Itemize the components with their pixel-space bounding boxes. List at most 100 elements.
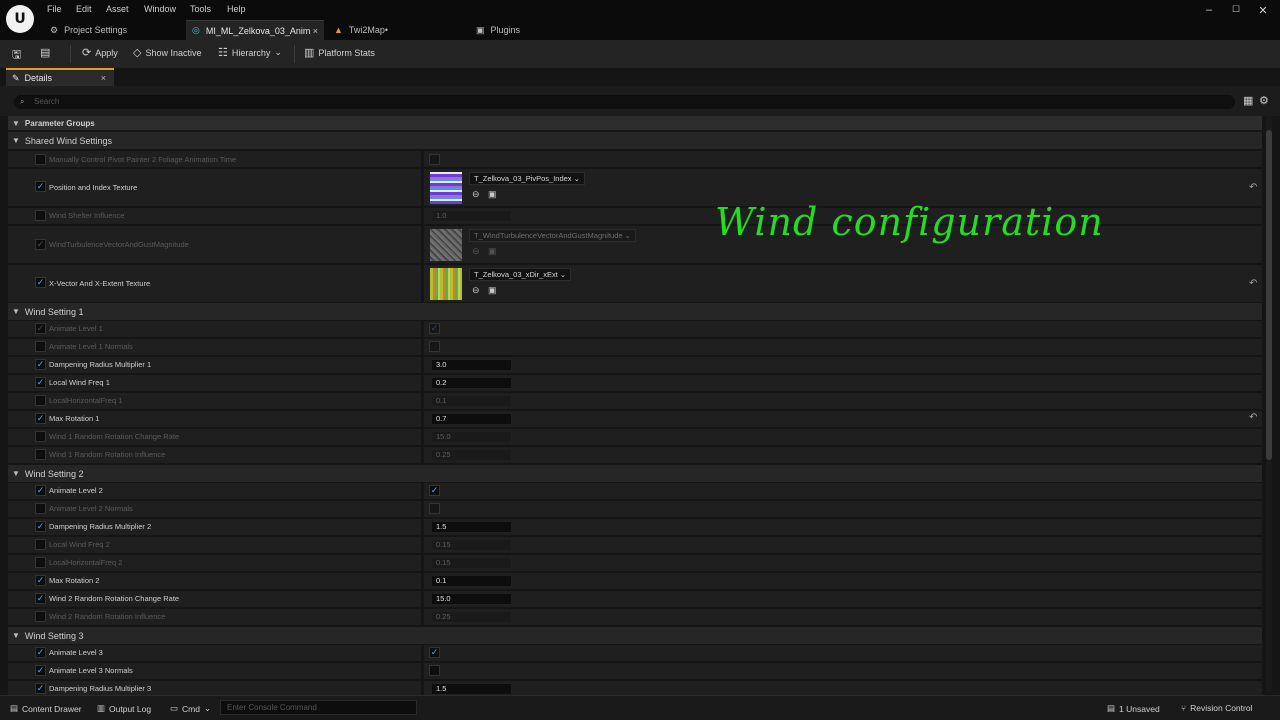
menu-help[interactable]: Help <box>227 4 246 14</box>
override-checkbox[interactable]: ✓ <box>35 485 46 496</box>
group-header-wind-1[interactable]: ▼ Wind Setting 1 <box>8 303 1262 320</box>
override-checkbox[interactable]: ✓ <box>35 359 46 370</box>
override-checkbox[interactable] <box>35 611 46 622</box>
group-header-wind-3[interactable]: ▼ Wind Setting 3 <box>8 627 1262 644</box>
chevron-down-icon: ⌄ <box>559 270 567 279</box>
override-checkbox[interactable] <box>35 449 46 460</box>
texture-thumbnail[interactable] <box>429 267 463 301</box>
tab-level[interactable]: ▲ Twi2Map• <box>328 20 466 40</box>
override-checkbox[interactable] <box>35 154 46 165</box>
console-input[interactable]: Enter Console Command <box>220 700 417 715</box>
unsaved-button[interactable]: ▤ 1 Unsaved <box>1107 703 1160 714</box>
save-button[interactable]: 🖫 <box>12 46 21 65</box>
value-checkbox[interactable] <box>429 341 440 352</box>
tab-material-instance[interactable]: ◎ MI_ML_Zelkova_03_Anim × <box>186 20 324 40</box>
hierarchy-button[interactable]: ☷ Hierarchy ⌄ <box>218 46 282 59</box>
value-checkbox[interactable]: ✓ <box>429 323 440 334</box>
close-icon[interactable]: × <box>101 73 106 83</box>
number-field[interactable]: 0.1 <box>431 575 512 587</box>
platform-stats-button[interactable]: ▥ Platform Stats <box>304 46 375 59</box>
texture-dropdown[interactable]: T_WindTurbulenceVectorAndGustMagnitude ⌄ <box>469 229 636 242</box>
show-inactive-button[interactable]: ◇ Show Inactive <box>133 46 202 59</box>
number-field[interactable]: 0.15 <box>431 557 512 569</box>
override-checkbox[interactable]: ✓ <box>35 647 46 658</box>
override-checkbox[interactable]: ✓ <box>35 575 46 586</box>
menu-asset[interactable]: Asset <box>106 4 129 14</box>
override-checkbox[interactable] <box>35 210 46 221</box>
gear-icon[interactable]: ⚙ <box>1259 94 1269 107</box>
reset-icon[interactable]: ↶ <box>1249 412 1257 423</box>
number-field[interactable]: 1.5 <box>431 683 512 695</box>
value-checkbox[interactable] <box>429 665 440 676</box>
scrollbar-thumb[interactable] <box>1266 130 1272 460</box>
grid-view-icon[interactable]: ▦ <box>1243 94 1253 107</box>
texture-dropdown[interactable]: T_Zelkova_03_xDir_xExt ⌄ <box>469 268 572 281</box>
override-checkbox[interactable] <box>35 539 46 550</box>
override-checkbox[interactable]: ✓ <box>35 239 46 250</box>
override-checkbox[interactable]: ✓ <box>35 683 46 694</box>
number-field[interactable]: 0.2 <box>431 377 512 389</box>
number-field[interactable]: 15.0 <box>431 431 512 443</box>
window-close-icon[interactable]: ✕ <box>1255 4 1271 17</box>
browse-folder-icon[interactable]: ▣ <box>488 285 497 296</box>
use-asset-icon[interactable]: ⊖ <box>472 246 480 257</box>
cmd-dropdown[interactable]: ▭ Cmd ⌄ <box>170 703 211 714</box>
override-checkbox[interactable]: ✓ <box>35 181 46 192</box>
use-asset-icon[interactable]: ⊖ <box>472 189 480 200</box>
apply-button[interactable]: ⟳ Apply <box>82 46 118 59</box>
number-field[interactable]: 0.25 <box>431 449 512 461</box>
scrollbar[interactable] <box>1266 116 1272 692</box>
menu-edit[interactable]: Edit <box>76 4 92 14</box>
browse-folder-icon[interactable]: ▣ <box>488 189 497 200</box>
group-header-wind-2[interactable]: ▼ Wind Setting 2 <box>8 465 1262 482</box>
browse-button[interactable]: ▤ <box>40 46 50 59</box>
content-drawer-button[interactable]: ▤ Content Drawer <box>10 703 82 714</box>
override-checkbox[interactable]: ✓ <box>35 521 46 532</box>
menu-file[interactable]: File <box>47 4 62 14</box>
number-field[interactable]: 1.0 <box>431 210 512 222</box>
texture-thumbnail[interactable] <box>429 171 463 205</box>
override-checkbox[interactable] <box>35 341 46 352</box>
override-checkbox[interactable]: ✓ <box>35 665 46 676</box>
value-checkbox[interactable]: ✓ <box>429 647 440 658</box>
value-checkbox[interactable] <box>429 154 440 165</box>
number-field[interactable]: 1.5 <box>431 521 512 533</box>
parameter-groups-header[interactable]: ▼ Parameter Groups <box>8 116 1262 130</box>
texture-thumbnail[interactable] <box>429 228 463 262</box>
override-checkbox[interactable] <box>35 557 46 568</box>
number-field[interactable]: 0.1 <box>431 395 512 407</box>
group-header-shared[interactable]: ▼ Shared Wind Settings <box>8 132 1262 149</box>
override-checkbox[interactable]: ✓ <box>35 593 46 604</box>
reset-icon[interactable]: ↶ <box>1249 278 1257 289</box>
minimize-icon[interactable]: – <box>1201 4 1217 16</box>
override-checkbox[interactable] <box>35 431 46 442</box>
override-checkbox[interactable]: ✓ <box>35 277 46 288</box>
revision-control-button[interactable]: ⑂ Revision Control <box>1181 703 1252 713</box>
number-field[interactable]: 0.25 <box>431 611 512 623</box>
browse-folder-icon[interactable]: ▣ <box>488 246 497 257</box>
close-icon[interactable]: × <box>313 26 318 36</box>
search-input[interactable]: ⌕ Search <box>14 95 1235 109</box>
menu-window[interactable]: Window <box>144 4 176 14</box>
maximize-icon[interactable]: ☐ <box>1228 4 1244 15</box>
override-checkbox[interactable] <box>35 395 46 406</box>
use-asset-icon[interactable]: ⊖ <box>472 285 480 296</box>
number-field[interactable]: 0.15 <box>431 539 512 551</box>
details-tab[interactable]: ✎ Details × <box>6 68 114 86</box>
reset-icon[interactable]: ↶ <box>1249 182 1257 193</box>
value-checkbox[interactable]: ✓ <box>429 485 440 496</box>
override-checkbox[interactable]: ✓ <box>35 377 46 388</box>
texture-dropdown[interactable]: T_Zelkova_03_PivPos_Index ⌄ <box>469 172 585 185</box>
number-field[interactable]: 15.0 <box>431 593 512 605</box>
number-field[interactable]: 0.7 <box>431 413 512 425</box>
override-checkbox[interactable] <box>35 503 46 514</box>
override-checkbox[interactable]: ✓ <box>35 323 46 334</box>
tab-project-settings[interactable]: ⚙ Project Settings <box>44 20 182 40</box>
output-log-button[interactable]: ▥ Output Log <box>97 703 151 714</box>
override-checkbox[interactable]: ✓ <box>35 413 46 424</box>
value-checkbox[interactable] <box>429 503 440 514</box>
tab-plugins[interactable]: ▣ Plugins <box>470 20 608 40</box>
unreal-logo-icon[interactable]: U <box>6 5 34 33</box>
menu-tools[interactable]: Tools <box>190 4 211 14</box>
number-field[interactable]: 3.0 <box>431 359 512 371</box>
